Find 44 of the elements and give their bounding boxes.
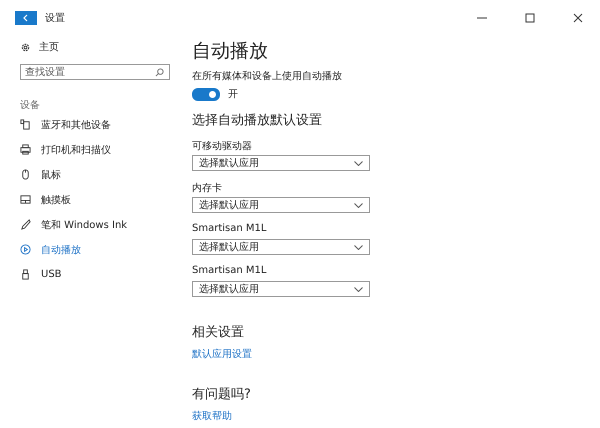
sidebar-item[interactable]: 鼠标: [20, 162, 180, 187]
sidebar-item[interactable]: 触摸板: [20, 187, 180, 212]
sidebar-item[interactable]: 打印机和扫描仪: [20, 137, 180, 162]
dropdown[interactable]: 选择默认应用: [192, 239, 370, 255]
sidebar-item[interactable]: 自动播放: [20, 237, 180, 262]
usb-icon: [20, 269, 31, 280]
dropdown[interactable]: 选择默认应用: [192, 155, 370, 171]
back-button[interactable]: [15, 11, 37, 25]
settings-icon: [20, 42, 31, 52]
sidebar-item[interactable]: 笔和 Windows Ink: [20, 212, 180, 237]
section-heading: 有问题吗?: [192, 386, 252, 403]
chevron-icon: [354, 160, 363, 166]
toggle-label: 在所有媒体和设备上使用自动播放: [192, 70, 343, 83]
search-field[interactable]: 查找设置: [20, 64, 170, 80]
pen-icon: [20, 219, 31, 230]
maximize-icon[interactable]: [525, 13, 535, 23]
search-icon: [155, 68, 164, 77]
related-link[interactable]: 默认应用设置: [192, 347, 252, 361]
toggle-switch[interactable]: [192, 88, 220, 100]
dropdown-label: Smartisan M1L: [192, 223, 268, 236]
sidebar-item[interactable]: 蓝牙和其他设备: [20, 112, 180, 137]
page-title: 自动播放: [192, 39, 269, 64]
help-link[interactable]: 获取帮助: [192, 409, 232, 423]
dropdown-label: 可移动驱动器: [192, 140, 253, 152]
touchpad-icon: [20, 194, 31, 205]
play-circle-icon: [20, 244, 31, 255]
close-icon[interactable]: [573, 13, 583, 23]
mouse-icon: [20, 169, 31, 180]
chevron-icon: [354, 202, 363, 208]
dropdown[interactable]: 选择默认应用: [192, 281, 370, 297]
home-nav-item[interactable]: 主页: [20, 40, 180, 54]
toggle-state: 开: [228, 88, 238, 101]
sidebar-item[interactable]: USB: [20, 262, 180, 287]
dropdown-label: 内存卡: [192, 182, 223, 194]
section-label: 设备: [20, 99, 41, 112]
printer-icon: [20, 144, 31, 155]
chevron-icon: [354, 286, 363, 292]
section-heading: 相关设置: [192, 324, 245, 341]
dropdown[interactable]: 选择默认应用: [192, 197, 370, 213]
dropdown-label: Smartisan M1L: [192, 265, 268, 278]
section-heading: 选择自动播放默认设置: [192, 112, 323, 129]
devices-icon: [20, 119, 31, 130]
window-title: 设置: [45, 12, 65, 25]
chevron-icon: [354, 244, 363, 250]
